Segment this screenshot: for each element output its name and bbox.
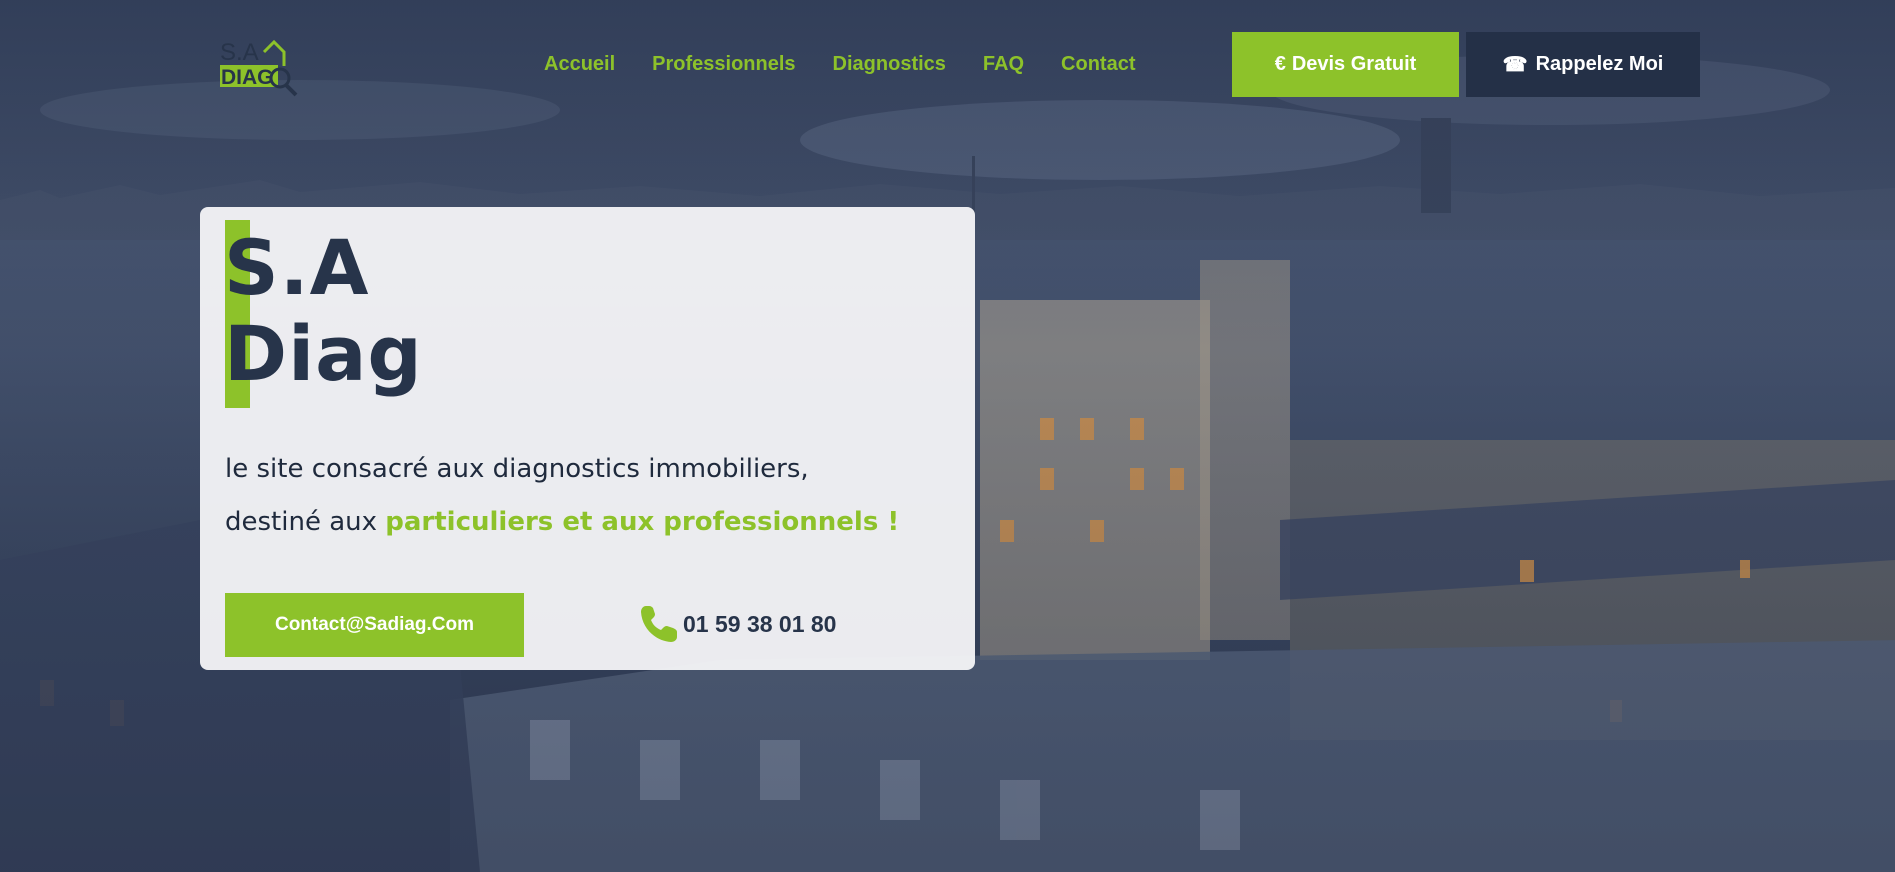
- logo-text-top: S.A: [220, 39, 259, 66]
- phone-link[interactable]: 01 59 38 01 80: [637, 602, 836, 646]
- nav-item-diagnostics[interactable]: Diagnostics: [833, 52, 946, 76]
- rappelez-moi-label: Rappelez Moi: [1535, 53, 1664, 75]
- main-nav: Accueil Professionnels Diagnostics FAQ C…: [544, 52, 1172, 76]
- devis-gratuit-label: Devis Gratuit: [1291, 53, 1417, 75]
- hero-title: S.A Diag: [224, 225, 423, 397]
- nav-item-contact[interactable]: Contact: [1061, 52, 1135, 76]
- phone-icon: [641, 606, 677, 642]
- hero-tagline: le site consacré aux diagnostics immobil…: [225, 443, 945, 549]
- euro-icon: €: [1274, 53, 1286, 75]
- telephone-icon: ☎: [1502, 54, 1528, 76]
- devis-gratuit-button[interactable]: € Devis Gratuit: [1232, 32, 1459, 97]
- tagline-highlight: particuliers et aux professionnels !: [385, 507, 900, 537]
- logo-text-bottom: DIAG: [221, 66, 274, 89]
- tagline-prefix: destiné aux: [225, 507, 386, 537]
- nav-item-professionnels[interactable]: Professionnels: [652, 52, 795, 76]
- tagline-line1: le site consacré aux diagnostics immobil…: [225, 454, 809, 484]
- nav-item-faq[interactable]: FAQ: [983, 52, 1024, 76]
- hero-title-line1: S.A: [224, 223, 370, 312]
- site-logo[interactable]: S.A DIAG: [218, 34, 302, 98]
- hero-card: S.A Diag le site consacré aux diagnostic…: [200, 207, 975, 670]
- phone-number: 01 59 38 01 80: [683, 610, 837, 637]
- contact-email-button[interactable]: Contact@Sadiag.Com: [225, 593, 524, 657]
- hero-title-line2: Diag: [224, 309, 423, 398]
- nav-item-accueil[interactable]: Accueil: [544, 52, 615, 76]
- rappelez-moi-button[interactable]: ☎ Rappelez Moi: [1466, 32, 1700, 97]
